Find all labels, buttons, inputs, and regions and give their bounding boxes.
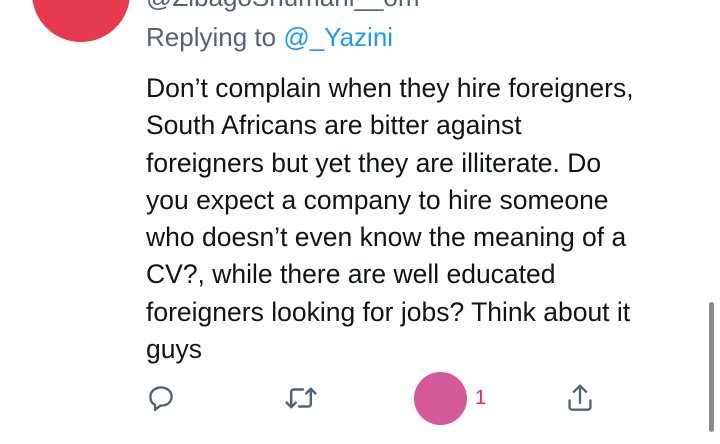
reply-button[interactable] bbox=[146, 370, 176, 426]
retweet-icon bbox=[284, 383, 318, 413]
tweet-text-line: you expect a company to hire someone bbox=[146, 184, 609, 215]
scrollbar[interactable] bbox=[709, 302, 714, 432]
replying-to-mention-link[interactable]: @_Yazini bbox=[283, 22, 393, 52]
retweet-button[interactable] bbox=[284, 370, 318, 426]
tweet-text-line: guys bbox=[146, 334, 202, 365]
tweet-text-line: foreigners looking for jobs? Think about… bbox=[146, 296, 631, 327]
tweet-text-line: foreigners but yet they are illiterate. … bbox=[146, 147, 602, 178]
replying-to-line: Replying to @_Yazini bbox=[146, 22, 393, 53]
tweet-text-line: who doesn’t even know the meaning of a bbox=[146, 222, 627, 253]
tweet-text: Don’t complain when they hire foreigners… bbox=[146, 70, 706, 368]
tweet-text-line: CV?, while there are well educated bbox=[146, 259, 556, 290]
tweet-text-line: Don’t complain when they hire foreigners… bbox=[146, 73, 634, 103]
share-icon bbox=[565, 382, 595, 414]
like-count: 1 bbox=[475, 386, 487, 409]
like-icon bbox=[414, 371, 467, 425]
like-button[interactable]: 1 bbox=[414, 370, 486, 426]
user-handle[interactable]: @ZibagoShumani__om bbox=[146, 0, 420, 13]
replying-to-label: Replying to bbox=[146, 22, 284, 52]
avatar-photo-part bbox=[32, 0, 130, 42]
tweet-text-line: South Africans are bitter against bbox=[146, 110, 522, 141]
share-button[interactable] bbox=[565, 370, 595, 426]
reply-icon bbox=[146, 383, 176, 413]
avatar[interactable] bbox=[32, 0, 130, 42]
tweet-actions-bar: 1 bbox=[0, 370, 720, 426]
